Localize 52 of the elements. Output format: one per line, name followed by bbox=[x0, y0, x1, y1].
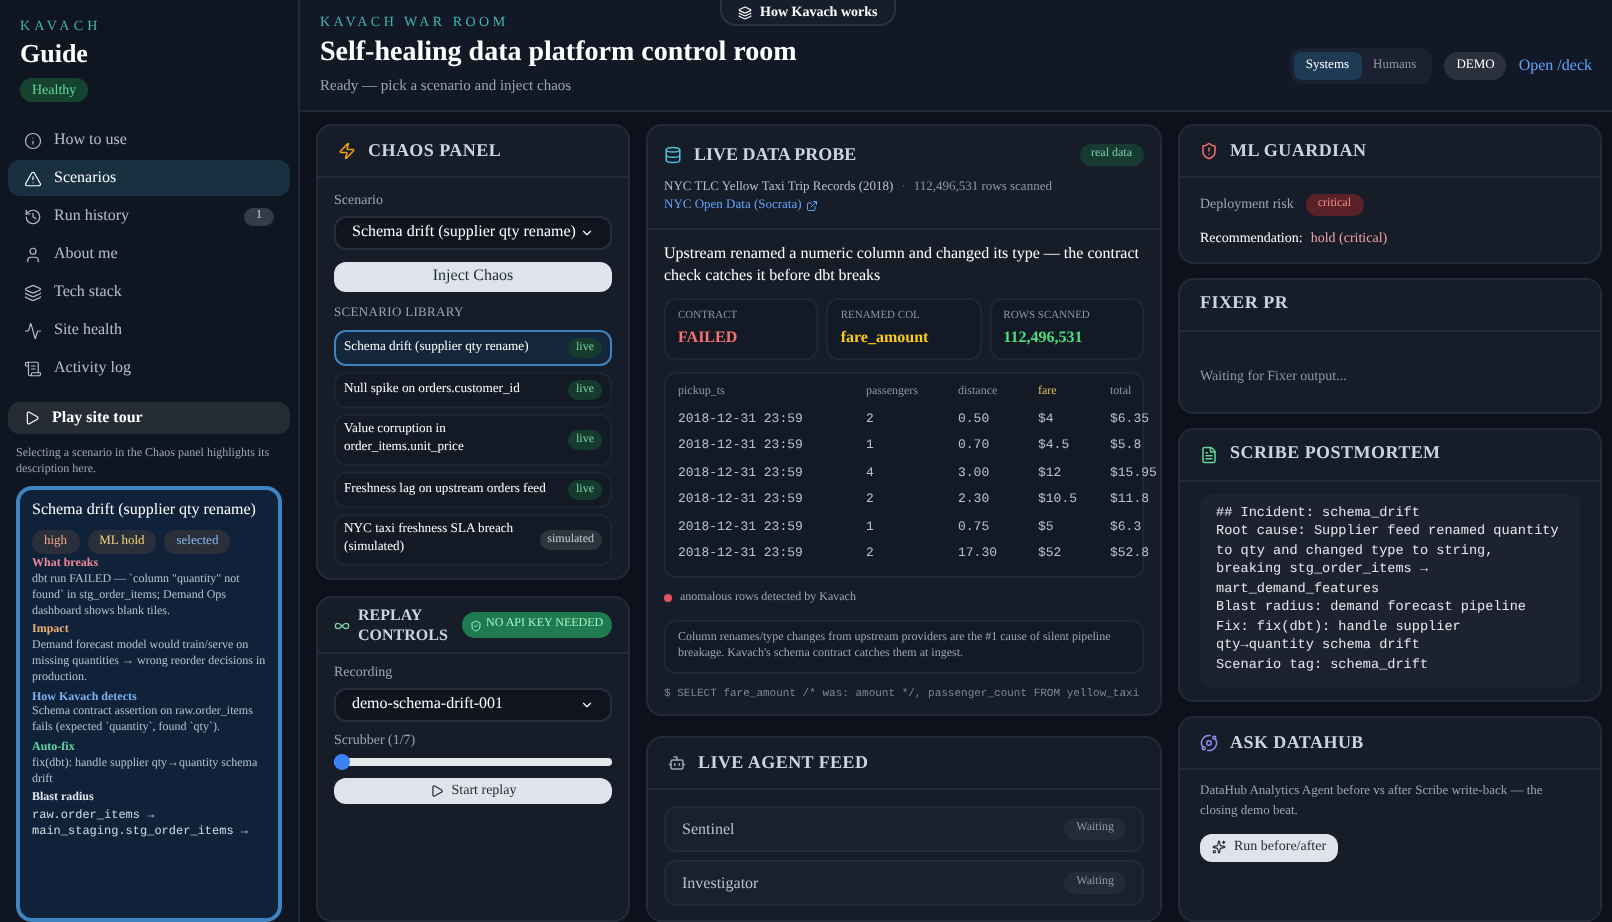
nav-item[interactable]: Scenarios bbox=[8, 160, 290, 197]
document-icon bbox=[1200, 445, 1218, 463]
external-link-icon bbox=[805, 200, 818, 213]
lightning-icon bbox=[338, 142, 356, 160]
infinity-icon bbox=[334, 617, 350, 634]
nav-item[interactable]: About me bbox=[8, 236, 290, 273]
stat-value: fare_amount bbox=[840, 325, 931, 350]
history-icon bbox=[24, 207, 42, 226]
robot-icon bbox=[668, 754, 686, 773]
info-icon bbox=[24, 131, 42, 150]
scenario-title: Schema drift (supplier qty rename) bbox=[32, 498, 258, 523]
sparkle-icon bbox=[1212, 840, 1226, 855]
card-title: FIXER PR bbox=[1200, 290, 1289, 317]
card-title: REPLAY CONTROLS bbox=[358, 605, 450, 646]
shield-check-icon bbox=[470, 619, 482, 632]
user-icon bbox=[24, 245, 42, 264]
scrubber-track[interactable] bbox=[334, 758, 612, 767]
play-icon bbox=[429, 784, 444, 799]
play-icon bbox=[24, 410, 40, 427]
nav-item[interactable]: How to use bbox=[8, 122, 290, 159]
chevron-icon bbox=[580, 697, 594, 712]
card-title: ASK DATAHUB bbox=[1230, 729, 1364, 756]
layers-icon bbox=[24, 283, 42, 302]
inject-button[interactable]: Inject Chaos bbox=[334, 261, 612, 291]
nav-item[interactable]: Activity log bbox=[8, 350, 290, 387]
scenario-select[interactable]: Schema drift (supplier qty rename) bbox=[334, 215, 612, 249]
database-icon bbox=[664, 146, 682, 165]
agent-name: Sentinel bbox=[682, 817, 735, 842]
recording-select[interactable]: demo-schema-drift-001 bbox=[334, 687, 612, 722]
page-title: Self-healing data platform control room bbox=[320, 35, 797, 70]
orbit-icon bbox=[1200, 734, 1218, 753]
card-title: SCRIBE POSTMORTEM bbox=[1230, 440, 1441, 467]
agent-name: Investigator bbox=[682, 871, 759, 896]
sidebar-title: Guide bbox=[20, 37, 90, 70]
warning-icon bbox=[24, 169, 42, 188]
card-title: LIVE DATA PROBE bbox=[694, 142, 857, 168]
scrubber-thumb[interactable] bbox=[334, 754, 350, 771]
card-title: CHAOS PANEL bbox=[368, 137, 502, 164]
pulse-icon bbox=[24, 321, 42, 340]
deck-link[interactable]: Open /deck bbox=[1518, 53, 1592, 78]
card-title: ML GUARDIAN bbox=[1230, 137, 1367, 164]
shield-alert-icon bbox=[1200, 142, 1218, 160]
probe-headline: Upstream renamed a numeric column and changed its type — the contract check catches it before dbt breaks bbox=[664, 242, 1141, 287]
nav-item[interactable]: Tech stack bbox=[8, 274, 290, 311]
tour-button[interactable]: Play site tour bbox=[8, 402, 290, 435]
stat-value: 112,496,531 bbox=[1003, 325, 1085, 350]
chevron-icon bbox=[580, 225, 594, 239]
scroll-icon bbox=[24, 359, 42, 378]
card-title: LIVE AGENT FEED bbox=[698, 750, 869, 776]
layers-icon bbox=[738, 5, 752, 19]
stat-value: FAILED bbox=[678, 325, 740, 350]
nav-item[interactable]: Site health bbox=[8, 312, 290, 349]
